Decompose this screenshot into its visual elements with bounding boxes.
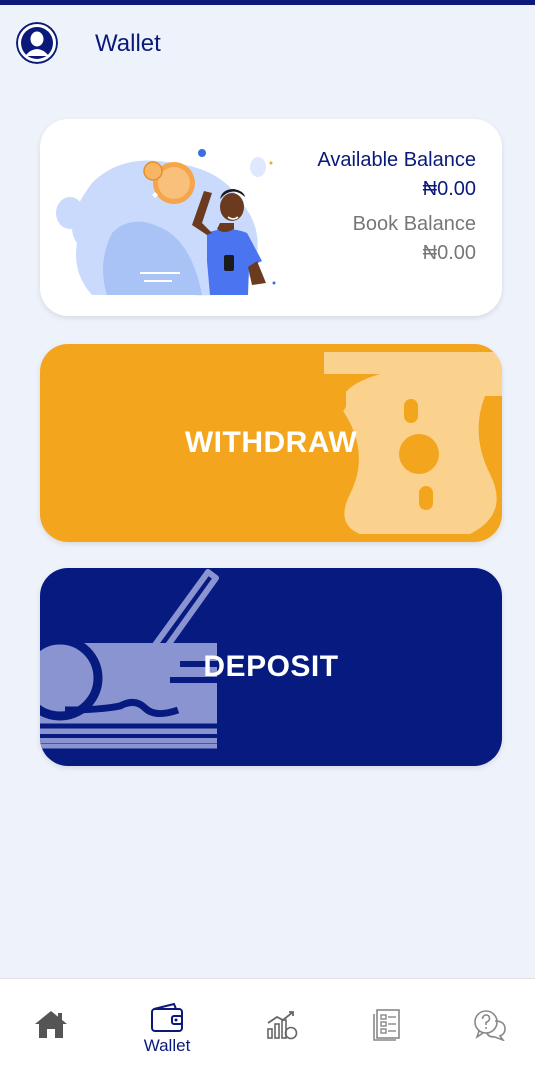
nav-item-investments[interactable]	[242, 979, 322, 1081]
nav-item-home[interactable]	[11, 979, 91, 1081]
book-balance-label: Book Balance	[352, 213, 476, 235]
app-header: Wallet	[0, 5, 535, 80]
wallet-icon	[150, 1002, 184, 1038]
deposit-label: DEPOSIT	[203, 650, 339, 683]
available-balance-label: Available Balance	[317, 149, 476, 171]
help-chat-icon	[473, 1009, 507, 1046]
book-balance-value: ₦0.00	[422, 242, 476, 264]
page-title: Wallet	[95, 30, 161, 57]
user-avatar-icon[interactable]	[16, 22, 58, 64]
person-with-coin-illustration	[52, 143, 302, 303]
available-balance-value: ₦0.00	[422, 178, 476, 200]
balance-card: Available Balance ₦0.00 Book Balance ₦0.…	[40, 119, 502, 316]
document-list-icon	[372, 1009, 402, 1046]
bottom-navigation: Wallet	[0, 978, 535, 1081]
nav-label-wallet: Wallet	[143, 1036, 191, 1055]
nav-item-wallet[interactable]: Wallet	[127, 979, 207, 1081]
nav-item-transactions[interactable]	[347, 979, 427, 1081]
chart-growth-icon	[265, 1009, 299, 1046]
nav-item-support[interactable]	[450, 979, 530, 1081]
withdraw-button[interactable]: WITHDRAW	[40, 344, 502, 542]
home-icon	[34, 1009, 68, 1044]
deposit-button[interactable]: DEPOSIT	[40, 568, 502, 766]
withdraw-label: WITHDRAW	[184, 426, 358, 459]
